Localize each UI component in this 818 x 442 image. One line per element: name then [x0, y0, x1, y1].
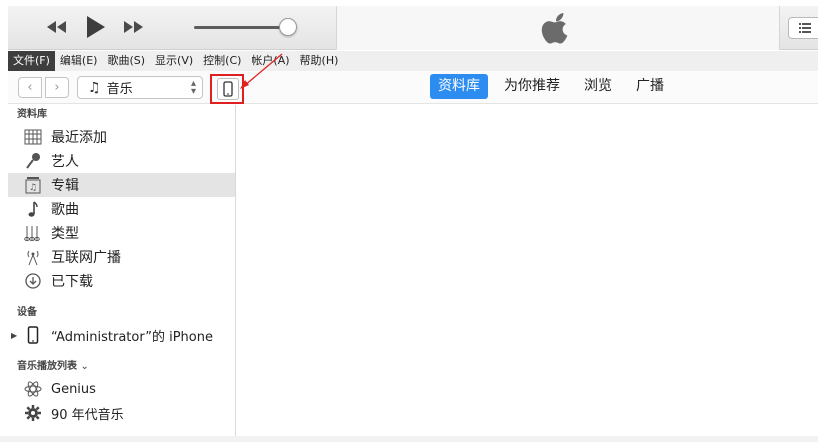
menu-help[interactable]: 帮助(H): [295, 51, 344, 71]
genre-icon: [23, 223, 43, 243]
sidebar-item-genres[interactable]: 类型: [8, 221, 235, 245]
play-icon: [87, 16, 105, 38]
menu-account[interactable]: 帐户(A): [246, 51, 294, 71]
sidebar-item-label: 90 年代音乐: [51, 407, 124, 423]
sidebar-item-label: Genius: [51, 381, 96, 397]
toolbar: ‹ › ♫ 音乐 ▴ ▾ 资料库 为你推荐 浏览 广播: [8, 71, 818, 104]
music-note-icon: ♫: [88, 79, 101, 96]
updown-chevron-icon: ▴ ▾: [190, 78, 196, 97]
download-icon: [23, 271, 43, 291]
sidebar-item-label: 类型: [51, 226, 79, 242]
chevron-down-icon: ⌄: [80, 361, 89, 372]
microphone-icon: [23, 151, 43, 171]
previous-track-button[interactable]: [44, 14, 70, 40]
main-content: [237, 105, 818, 438]
sidebar-item-label: 艺人: [51, 154, 79, 170]
window-bottom-edge: [0, 436, 818, 442]
sidebar-item-recently-added[interactable]: 最近添加: [8, 125, 235, 149]
media-type-label: 音乐: [106, 82, 133, 97]
next-track-button[interactable]: [120, 14, 146, 40]
library-section-header: 资料库: [17, 109, 47, 120]
music-note-icon: [23, 199, 43, 219]
menu-controls[interactable]: 控制(C): [198, 51, 246, 71]
chevron-right-icon: ›: [54, 80, 60, 95]
device-button[interactable]: [217, 78, 239, 100]
sidebar-item-downloaded[interactable]: 已下载: [8, 269, 235, 293]
tab-library[interactable]: 资料库: [430, 74, 488, 99]
volume-slider-track[interactable]: [194, 26, 289, 29]
svg-text:♫: ♫: [29, 183, 37, 193]
nav-tabs: 资料库 为你推荐 浏览 广播: [430, 74, 680, 99]
disclosure-triangle-icon[interactable]: ▶: [11, 331, 17, 340]
tab-browse[interactable]: 浏览: [576, 74, 620, 99]
back-button[interactable]: ‹: [18, 77, 42, 98]
devices-section-header: 设备: [17, 307, 37, 318]
playlists-header-label: 音乐播放列表: [17, 361, 77, 372]
calendar-grid-icon: [23, 127, 43, 147]
sidebar-item-internet-radio[interactable]: 互联网广播: [8, 245, 235, 269]
gear-icon: [23, 403, 43, 423]
menu-file[interactable]: 文件(F): [8, 51, 55, 71]
tab-for-you[interactable]: 为你推荐: [496, 74, 568, 99]
play-button[interactable]: [82, 14, 108, 40]
sidebar-item-songs[interactable]: 歌曲: [8, 197, 235, 221]
menu-edit[interactable]: 编辑(E): [55, 51, 103, 71]
sidebar-item-90s-music[interactable]: 90 年代音乐: [8, 401, 235, 425]
iphone-icon: [223, 81, 233, 97]
menu-bar: 文件(F) 编辑(E) 歌曲(S) 显示(V) 控制(C) 帐户(A) 帮助(H…: [8, 51, 818, 71]
sidebar-item-iphone[interactable]: ▶ “Administrator”的 iPhone: [8, 323, 235, 347]
fast-forward-icon: [124, 21, 143, 33]
apple-logo-icon: [541, 13, 571, 45]
list-view-button[interactable]: [788, 17, 818, 39]
menu-view[interactable]: 显示(V): [150, 51, 198, 71]
rewind-icon: [47, 21, 66, 33]
genius-icon: [23, 379, 43, 399]
sidebar-item-genius[interactable]: Genius: [8, 377, 235, 401]
volume-slider-knob[interactable]: [279, 18, 297, 36]
forward-button[interactable]: ›: [45, 77, 69, 98]
chevron-left-icon: ‹: [27, 80, 33, 95]
playlists-section-header[interactable]: 音乐播放列表 ⌄: [8, 357, 235, 377]
iphone-icon: [23, 325, 43, 345]
sidebar-item-label: 互联网广播: [51, 250, 121, 266]
antenna-icon: [23, 247, 43, 267]
album-icon: ♫: [23, 175, 43, 195]
menu-song[interactable]: 歌曲(S): [102, 51, 150, 71]
sidebar-item-label: 已下载: [51, 274, 93, 290]
sidebar: 资料库 最近添加 艺人 ♫ 专辑 歌曲 类型 互联网广播 已下载 设备 ▶ “A…: [8, 105, 236, 438]
device-name: “Administrator”的 iPhone: [51, 329, 213, 345]
sidebar-item-label: 歌曲: [51, 202, 79, 218]
sidebar-item-label: 专辑: [51, 178, 79, 194]
sidebar-item-albums[interactable]: ♫ 专辑: [8, 173, 235, 197]
tab-radio[interactable]: 广播: [628, 74, 672, 99]
sidebar-item-artists[interactable]: 艺人: [8, 149, 235, 173]
sidebar-item-label: 最近添加: [51, 130, 107, 146]
media-type-select[interactable]: ♫ 音乐 ▴ ▾: [77, 76, 203, 99]
title-bar: [8, 6, 818, 50]
list-icon: [799, 23, 811, 33]
